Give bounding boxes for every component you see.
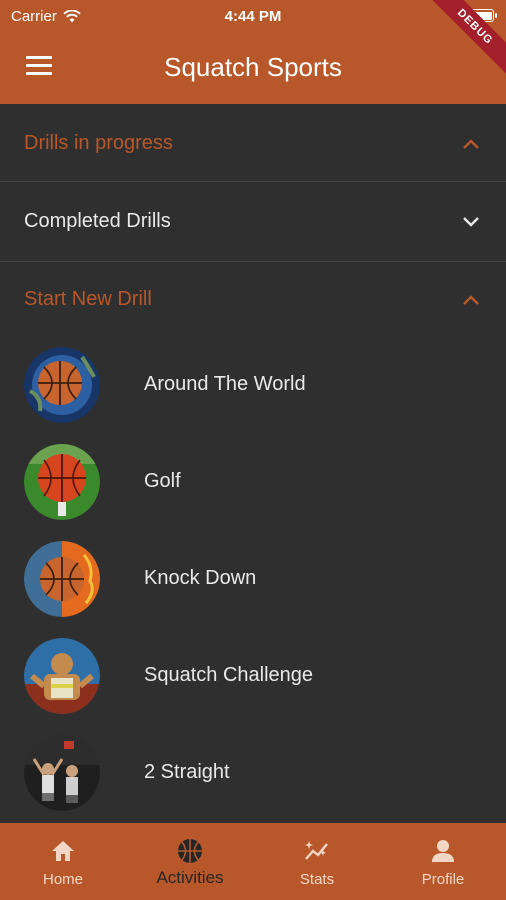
section-header-label: Start New Drill bbox=[24, 288, 152, 310]
drill-name: 2 Straight bbox=[144, 761, 230, 783]
golf-basketball-thumb bbox=[24, 444, 100, 520]
nav-stats-label: Stats bbox=[299, 871, 335, 888]
chevron-down-icon bbox=[463, 217, 479, 227]
home-icon bbox=[52, 841, 74, 861]
drill-name: Around The World bbox=[144, 373, 306, 395]
section-header-label: Drills in progress bbox=[24, 132, 173, 154]
nav-stats[interactable]: Stats bbox=[254, 823, 380, 900]
status-bar: Carrier 4:44 PM bbox=[0, 0, 506, 32]
section-completed-drills[interactable]: Completed Drills bbox=[0, 182, 506, 261]
list-item[interactable]: Golf bbox=[0, 434, 506, 530]
squatch-thumb bbox=[24, 638, 100, 714]
bottom-nav: Home Activities Stats Profile bbox=[0, 823, 506, 900]
app-bar: Carrier 4:44 PM DEBUG Squatch Sports bbox=[0, 0, 506, 104]
players-thumb bbox=[24, 735, 100, 811]
nav-profile-label: Profile bbox=[421, 871, 465, 888]
section-drills-in-progress[interactable]: Drills in progress bbox=[0, 104, 506, 182]
nav-activities[interactable]: Activities bbox=[127, 823, 253, 900]
drill-name: Knock Down bbox=[144, 567, 257, 589]
globe-basketball-thumb bbox=[24, 347, 100, 423]
person-icon bbox=[432, 840, 454, 862]
section-header-label: Completed Drills bbox=[24, 210, 171, 232]
nav-home-label: Home bbox=[42, 871, 83, 888]
chevron-up-icon bbox=[463, 139, 479, 149]
list-item[interactable]: 2 Straight bbox=[0, 725, 506, 821]
list-item[interactable]: Around The World bbox=[0, 337, 506, 433]
drill-name: Golf bbox=[144, 470, 181, 492]
list-item[interactable]: Squatch Challenge bbox=[0, 628, 506, 724]
nav-home[interactable]: Home bbox=[0, 823, 126, 900]
chevron-up-icon bbox=[463, 295, 479, 305]
status-time: 4:44 PM bbox=[224, 8, 282, 25]
basketball-icon bbox=[178, 839, 202, 863]
stats-icon bbox=[305, 841, 328, 860]
fire-water-basketball-thumb bbox=[24, 541, 100, 617]
drill-name: Squatch Challenge bbox=[144, 664, 314, 686]
nav-activities-label: Activities bbox=[156, 868, 224, 887]
section-start-new-drill[interactable]: Start New Drill bbox=[0, 262, 506, 336]
nav-profile[interactable]: Profile bbox=[380, 823, 506, 900]
page-title: Squatch Sports bbox=[164, 52, 342, 82]
list-item[interactable]: Knock Down bbox=[0, 531, 506, 627]
